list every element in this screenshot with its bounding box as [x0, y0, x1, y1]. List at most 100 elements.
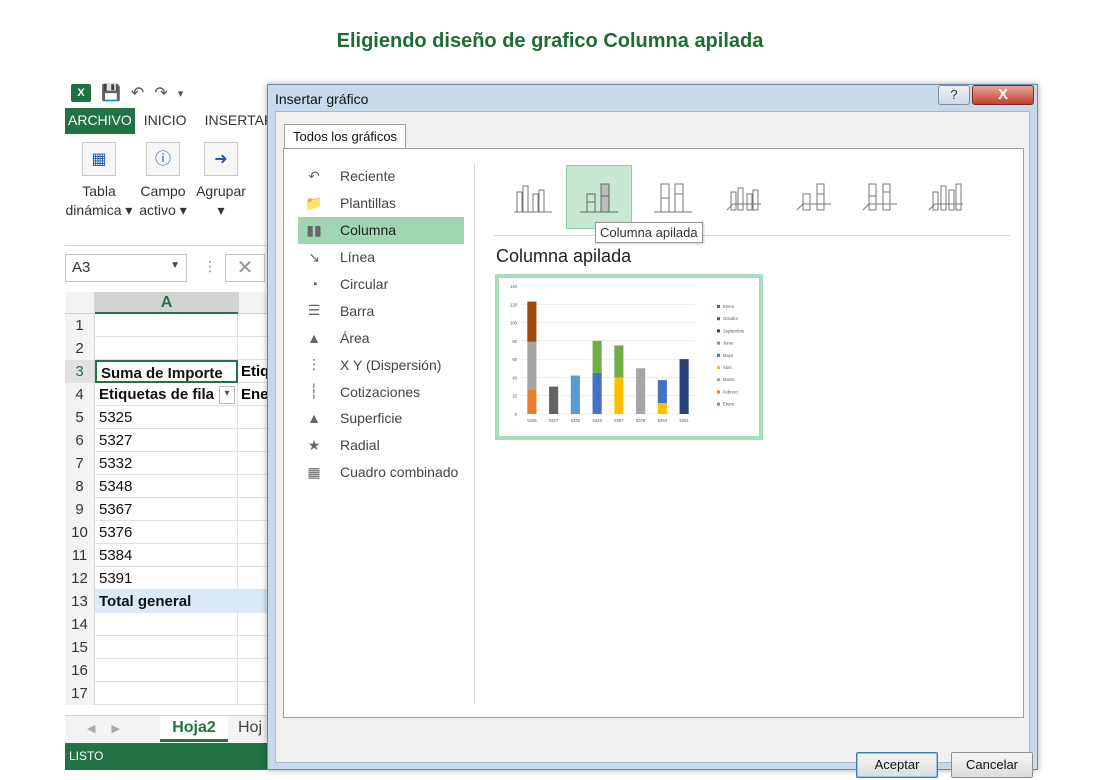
- chart-type-radial[interactable]: ★ Radial: [298, 432, 464, 459]
- subtype-separator: [494, 235, 1010, 236]
- row-header[interactable]: 7: [65, 452, 95, 475]
- chart-type-línea[interactable]: ↘ Línea: [298, 244, 464, 271]
- cell-a[interactable]: 5376: [95, 521, 238, 544]
- redo-icon[interactable]: ↷: [154, 83, 167, 103]
- name-box[interactable]: A3 ▼: [65, 254, 187, 282]
- row-header[interactable]: 13: [65, 590, 95, 613]
- x-tick-label: 5367: [614, 418, 624, 423]
- tab-archivo[interactable]: ARCHIVO: [65, 108, 135, 134]
- chart-type-columna[interactable]: ▮▮ Columna: [298, 216, 464, 244]
- cell-a[interactable]: [95, 659, 238, 682]
- chart-type-label: Línea: [340, 249, 376, 266]
- row-header[interactable]: 6: [65, 429, 95, 452]
- radar-chart-icon: ★: [307, 436, 321, 453]
- row-header[interactable]: 4: [65, 383, 95, 406]
- group-button[interactable]: ➜ Agrupar ▾: [193, 142, 249, 220]
- table-row: 9 5367: [65, 498, 275, 521]
- chart-type-x-y-dispersión-[interactable]: ⋮ X Y (Dispersión): [298, 351, 464, 378]
- y-tick-label: 100: [510, 321, 518, 326]
- row-header[interactable]: 1: [65, 314, 95, 337]
- chart-pane: ↶ Reciente 📁 Plantillas ▮▮ Columna ↘ Línea ◔ Circ…: [283, 148, 1024, 718]
- subtype-3d-100-stacked-column[interactable]: [846, 165, 912, 229]
- row-header[interactable]: 5: [65, 406, 95, 429]
- cell-a[interactable]: 5327: [95, 429, 238, 452]
- active-field-button[interactable]: ⓘ Campo activo ▾: [137, 142, 189, 220]
- cancel-formula-icon[interactable]: ✕: [225, 254, 265, 282]
- chart-type-cuadro-combinado[interactable]: ▦ Cuadro combinado: [298, 459, 464, 486]
- row-header[interactable]: 9: [65, 498, 95, 521]
- pie-chart-icon: ◔: [309, 276, 319, 292]
- folder-icon: 📁: [305, 194, 323, 211]
- row-header[interactable]: 8: [65, 475, 95, 498]
- cell-a[interactable]: [95, 337, 238, 360]
- table-row: 12 5391: [65, 567, 275, 590]
- cell-a[interactable]: [95, 613, 238, 636]
- bar-segment: [592, 340, 602, 373]
- row-header[interactable]: 15: [65, 636, 95, 659]
- subtype-clustered-column[interactable]: [500, 165, 566, 229]
- legend-swatch: [717, 317, 720, 321]
- undo-icon[interactable]: ↶: [131, 83, 144, 103]
- chart-type-reciente[interactable]: ↶ Reciente: [298, 163, 464, 190]
- row-header[interactable]: 12: [65, 567, 95, 590]
- row-header[interactable]: 14: [65, 613, 95, 636]
- cell-a[interactable]: [95, 314, 238, 337]
- tab-all-charts[interactable]: Todos los gráficos: [284, 124, 407, 148]
- cancel-button[interactable]: Cancelar: [951, 752, 1033, 778]
- cell-a[interactable]: 5391: [95, 567, 238, 590]
- cell-a[interactable]: [95, 682, 238, 705]
- customize-toolbar-icon[interactable]: ▾: [178, 87, 184, 100]
- legend-entry: Mayo: [723, 353, 734, 358]
- subtype-stacked-column[interactable]: [566, 165, 632, 229]
- chart-type-circular[interactable]: ◔ Circular: [298, 271, 464, 298]
- select-all-corner[interactable]: [65, 292, 95, 314]
- column-header-a[interactable]: A: [95, 292, 238, 314]
- bar-segment: [636, 368, 646, 414]
- row-header[interactable]: 11: [65, 544, 95, 567]
- group-arrow-icon: ➜: [204, 142, 238, 176]
- cell-a[interactable]: Etiquetas de fila: [95, 383, 238, 406]
- chevron-down-icon[interactable]: ▼: [170, 260, 180, 271]
- chart-type-superficie[interactable]: ▲ Superficie: [298, 405, 464, 432]
- cell-a[interactable]: 5348: [95, 475, 238, 498]
- chart-preview[interactable]: 0 20 40 60 80 100 120 140 5325 5327 5332 5348 5367 53…: [495, 274, 763, 440]
- chart-type-área[interactable]: ▲ Área: [298, 324, 464, 351]
- dialog-body: Todos los gráficos ↶ Reciente 📁 Plantillas ▮…: [275, 111, 1033, 778]
- row-header[interactable]: 10: [65, 521, 95, 544]
- tab-insertar[interactable]: INSERTAR: [196, 108, 275, 134]
- stacked-100-column-icon: [654, 183, 692, 213]
- tab-inicio[interactable]: INICIO: [135, 108, 196, 134]
- bar-segment: [657, 403, 667, 414]
- cell-a[interactable]: [95, 636, 238, 659]
- chart-type-label: Barra: [340, 302, 375, 319]
- subtype-3d-column[interactable]: [912, 165, 978, 229]
- cell-a[interactable]: Total general: [95, 590, 238, 613]
- stacked-column-chart: 0 20 40 60 80 100 120 140 5325 5327 5332 5348 5367 53…: [510, 284, 745, 423]
- save-icon[interactable]: 💾: [101, 83, 121, 103]
- 3d-clustered-column-icon: [726, 187, 761, 211]
- cell-a[interactable]: 5367: [95, 498, 238, 521]
- row-header[interactable]: 17: [65, 682, 95, 705]
- close-icon[interactable]: X: [972, 85, 1034, 105]
- ok-button[interactable]: Aceptar: [856, 752, 938, 778]
- sheet-nav-arrows-icon[interactable]: ◀▶: [87, 722, 136, 735]
- help-icon[interactable]: ?: [938, 85, 970, 105]
- cell-a[interactable]: Suma de Importe: [95, 360, 238, 383]
- status-bar: LISTO: [65, 743, 275, 770]
- cell-a[interactable]: 5332: [95, 452, 238, 475]
- chart-type-barra[interactable]: ☰ Barra: [298, 297, 464, 324]
- quick-access-toolbar: X 💾 ↶ ↷ ▾: [65, 80, 275, 106]
- chart-type-cotizaciones[interactable]: ┆ Cotizaciones: [298, 378, 464, 405]
- chart-type-plantillas[interactable]: 📁 Plantillas: [298, 190, 464, 217]
- row-header[interactable]: 3: [65, 360, 95, 383]
- row-header[interactable]: 16: [65, 659, 95, 682]
- subtype-3d-clustered-column[interactable]: [710, 165, 776, 229]
- row-header[interactable]: 2: [65, 337, 95, 360]
- sheet-tab-hoja2[interactable]: Hoja2: [160, 716, 228, 742]
- subtype-100-stacked-column[interactable]: [640, 165, 706, 229]
- cell-a[interactable]: 5384: [95, 544, 238, 567]
- pivot-table-button[interactable]: ▦ Tabla dinámica ▾: [65, 142, 133, 220]
- cell-a[interactable]: 5325: [95, 406, 238, 429]
- x-tick-label: 5325: [527, 418, 537, 423]
- subtype-3d-stacked-column[interactable]: [780, 165, 846, 229]
